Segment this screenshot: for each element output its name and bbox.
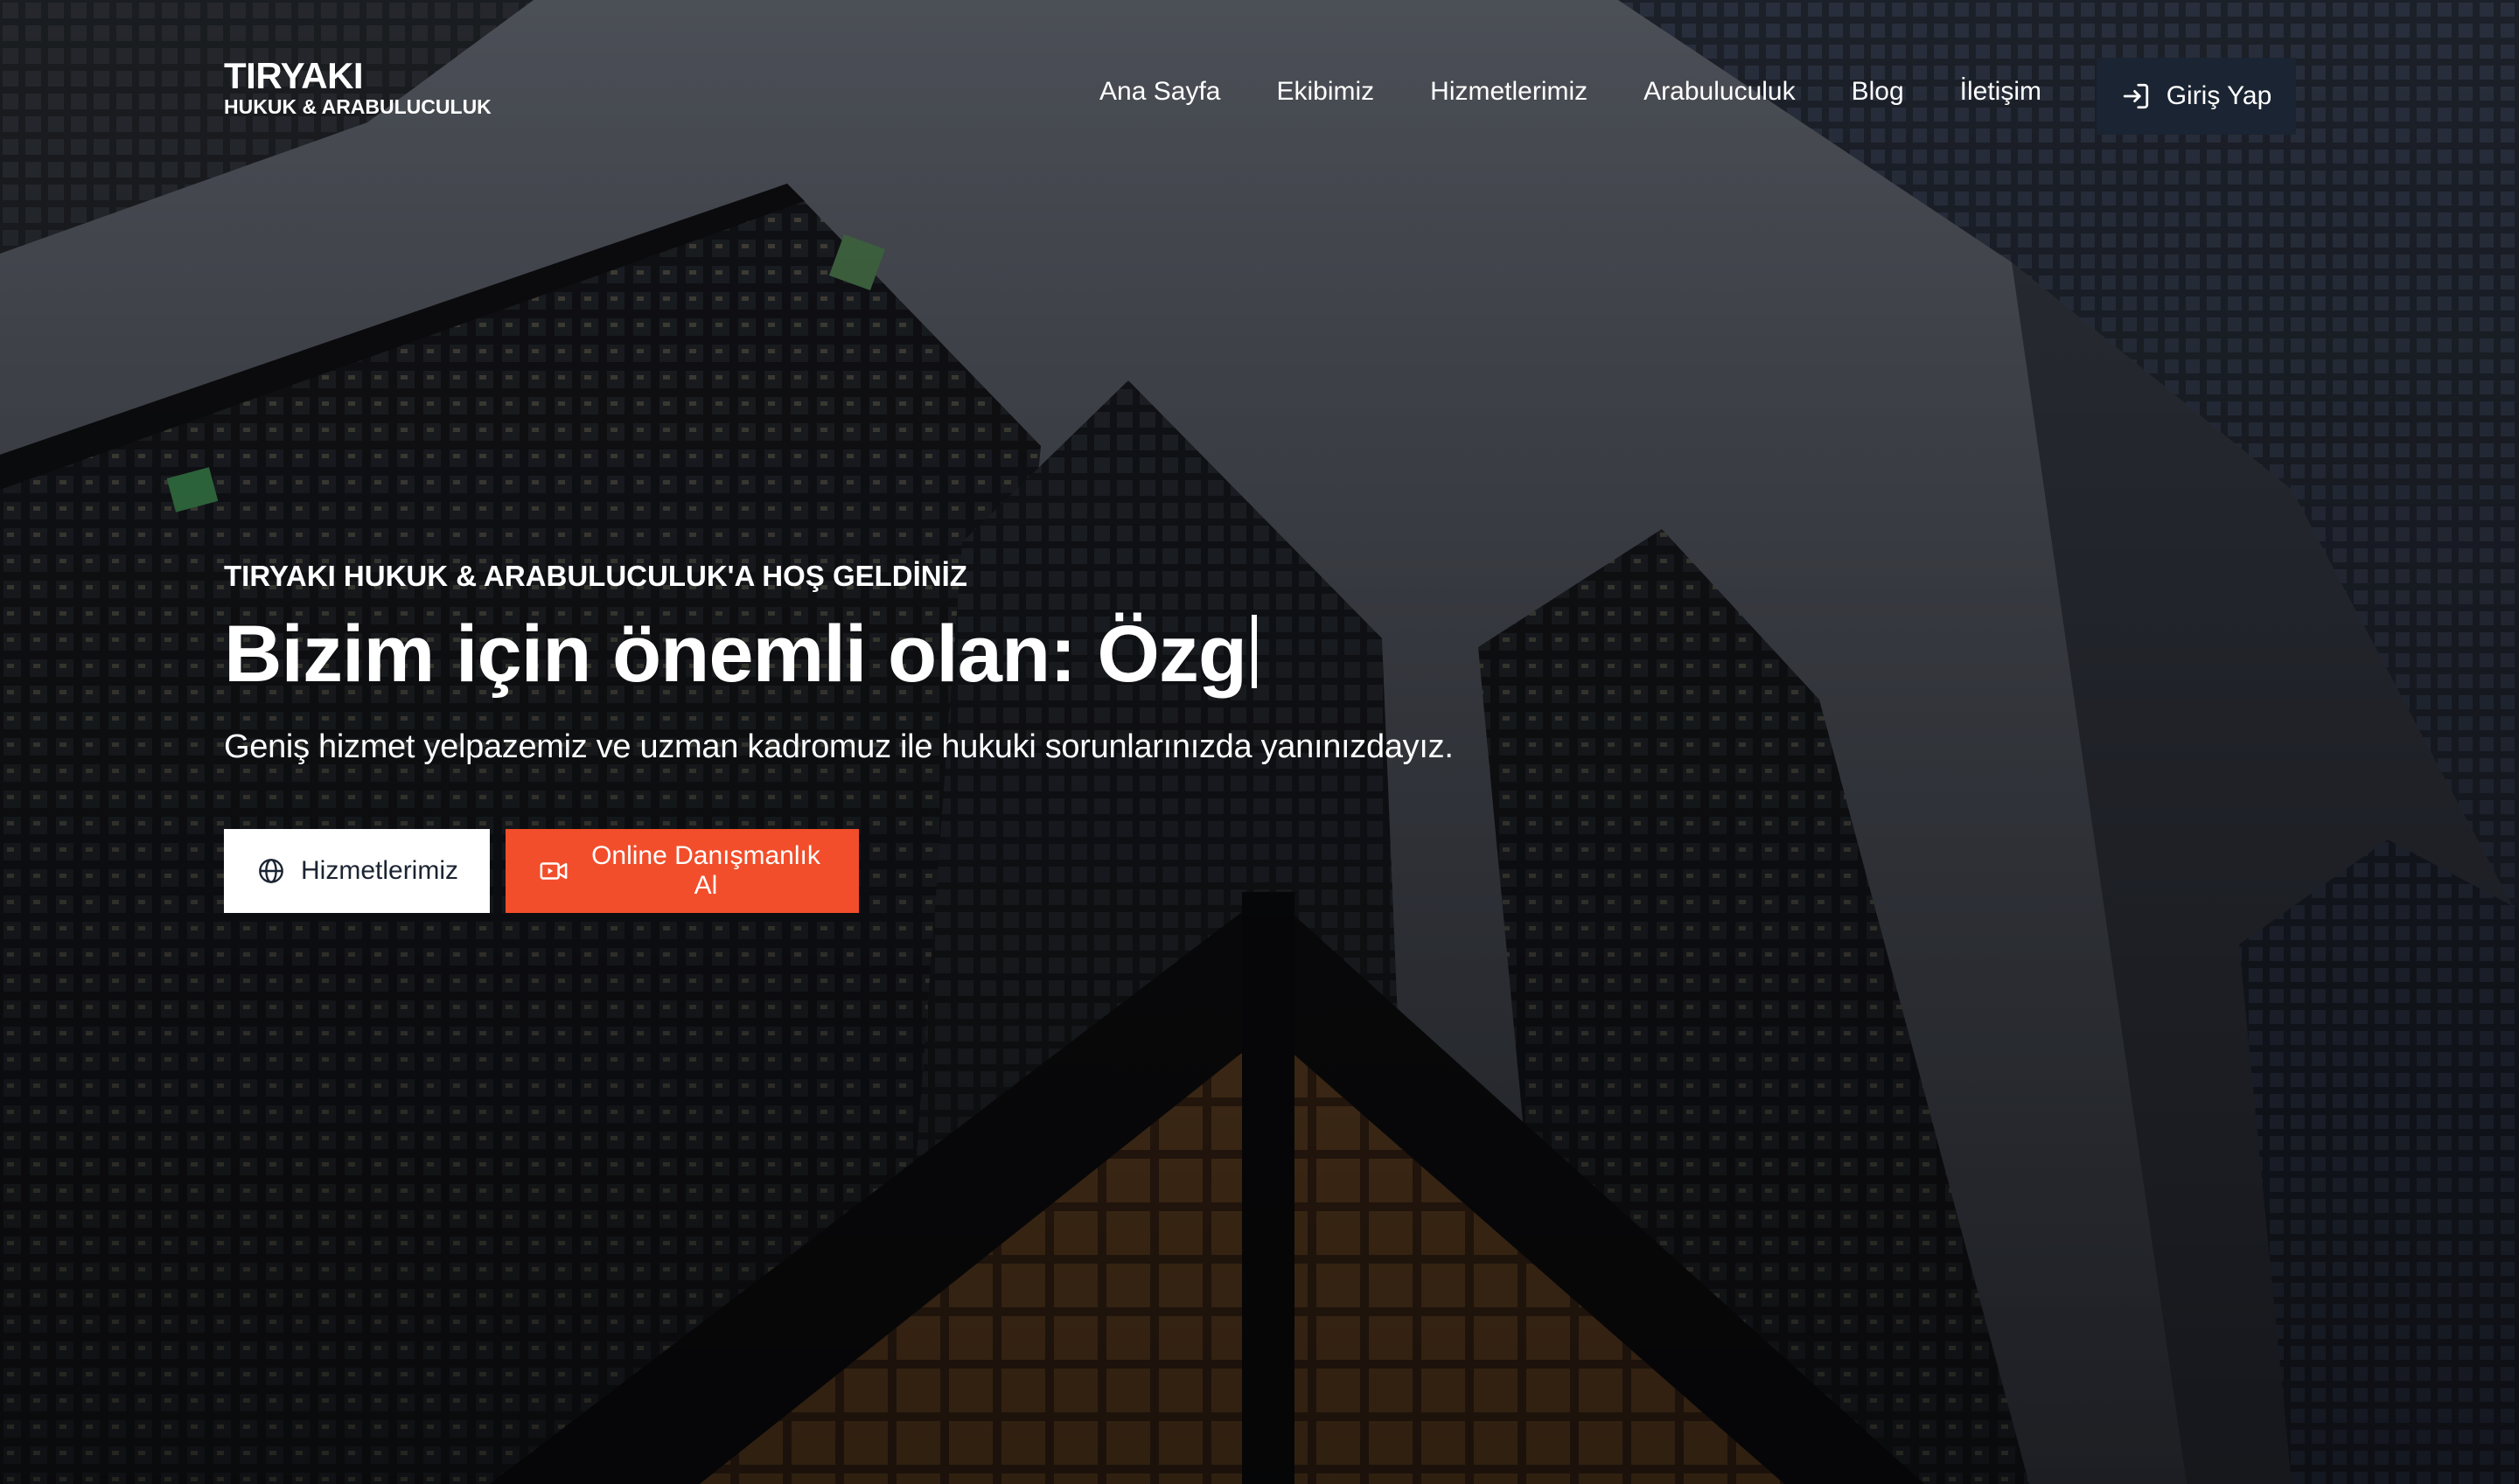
login-button-label: Giriş Yap (2166, 81, 2272, 110)
login-icon (2123, 83, 2148, 109)
brand-title: TIRYAKI (224, 55, 364, 96)
video-camera-icon (540, 862, 568, 880)
nav-item-ana-sayfa[interactable]: Ana Sayfa (1099, 77, 1220, 107)
hero-cta-row: Hizmetlerimiz Online Danışmanlık Al (224, 829, 1798, 914)
services-button-label: Hizmetlerimiz (301, 856, 458, 886)
services-button[interactable]: Hizmetlerimiz (224, 829, 490, 914)
hero-eyebrow: TIRYAKI HUKUK & ARABULUCULUK'A HOŞ GELDİ… (224, 560, 967, 592)
nav-item-hizmetlerimiz[interactable]: Hizmetlerimiz (1430, 77, 1587, 107)
online-consultation-button[interactable]: Online Danışmanlık Al (506, 829, 859, 914)
hero-subtext: Geniş hizmet yelpazemiz ve uzman kadromu… (224, 728, 1454, 766)
main-nav: Ana Sayfa Ekibimiz Hizmetlerimiz Arabulu… (1099, 77, 2041, 107)
brand-logo[interactable]: TIRYAKI HUKUK & ARABULUCULUK (224, 58, 492, 117)
nav-item-iletisim[interactable]: İletişim (1960, 77, 2041, 107)
hero-content: TIRYAKI HUKUK & ARABULUCULUK'A HOŞ GELDİ… (224, 560, 1798, 914)
nav-item-arabuluculuk[interactable]: Arabuluculuk (1643, 77, 1795, 107)
hero-headline-text: Bizim için önemli olan: Özg (224, 610, 1247, 699)
brand-subtitle: HUKUK & ARABULUCULUK (224, 95, 492, 118)
hero-headline: Bizim için önemli olan: Özg (224, 610, 1798, 699)
typing-cursor (1252, 615, 1258, 688)
globe-icon (259, 859, 283, 884)
login-button[interactable]: Giriş Yap (2097, 58, 2296, 135)
online-consultation-button-label: Online Danışmanlık Al (591, 841, 820, 901)
nav-item-blog[interactable]: Blog (1852, 77, 1904, 107)
nav-item-ekibimiz[interactable]: Ekibimiz (1276, 77, 1374, 107)
navbar: TIRYAKI HUKUK & ARABULUCULUK Ana Sayfa E… (0, 0, 2519, 188)
hero-section: TIRYAKI HUKUK & ARABULUCULUK Ana Sayfa E… (0, 0, 2519, 1484)
